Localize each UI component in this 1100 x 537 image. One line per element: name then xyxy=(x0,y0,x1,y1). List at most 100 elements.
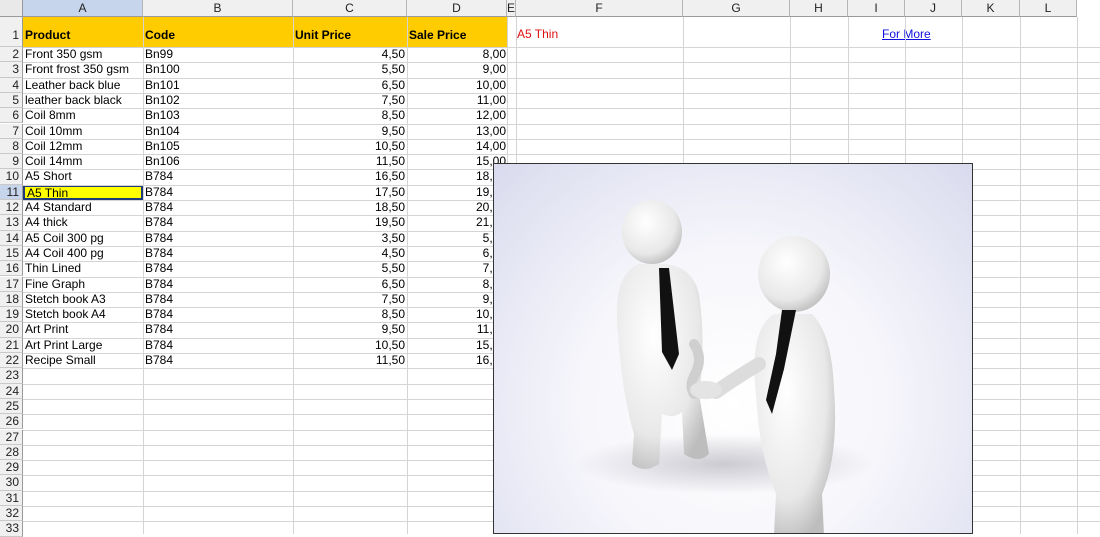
table-cell-unit[interactable]: 8,50 xyxy=(293,307,407,322)
column-header-d[interactable]: D xyxy=(407,0,507,17)
row-header-19[interactable]: 19 xyxy=(0,307,23,323)
row-header-24[interactable]: 24 xyxy=(0,383,23,399)
table-cell-product[interactable]: Thin Lined xyxy=(23,261,143,276)
row-header-5[interactable]: 5 xyxy=(0,92,23,109)
table-cell-unit[interactable]: 4,50 xyxy=(293,246,407,261)
for-more-link[interactable]: For More xyxy=(882,27,931,41)
row-header-23[interactable]: 23 xyxy=(0,368,23,384)
column-header-h[interactable]: H xyxy=(790,0,848,17)
row-header-8[interactable]: 8 xyxy=(0,138,23,155)
table-cell-unit[interactable]: 17,50 xyxy=(293,185,407,200)
table-cell-unit[interactable]: 10,50 xyxy=(293,139,407,154)
table-cell-code[interactable]: Bn101 xyxy=(143,78,293,93)
row-header-26[interactable]: 26 xyxy=(0,414,23,430)
table-cell-product[interactable]: Coil 8mm xyxy=(23,108,143,123)
table-cell-code[interactable]: Bn100 xyxy=(143,62,293,77)
row-header-11[interactable]: 11 xyxy=(0,184,23,200)
table-cell-product[interactable]: Leather back blue xyxy=(23,78,143,93)
table-cell-unit[interactable]: 9,50 xyxy=(293,322,407,337)
table-cell-code[interactable]: Bn103 xyxy=(143,108,293,123)
table-cell-code[interactable]: B784 xyxy=(143,322,293,337)
column-header-c[interactable]: C xyxy=(293,0,407,17)
row-header-13[interactable]: 13 xyxy=(0,215,23,231)
column-header-j[interactable]: J xyxy=(905,0,962,17)
table-cell-unit[interactable]: 8,50 xyxy=(293,108,407,123)
table-cell-product[interactable]: Coil 14mm xyxy=(23,154,143,169)
row-header-21[interactable]: 21 xyxy=(0,337,23,353)
table-cell-code[interactable]: B784 xyxy=(143,338,293,353)
active-cell[interactable]: A5 Thin xyxy=(23,184,143,200)
table-cell-sale[interactable]: 12,00 xyxy=(407,108,508,123)
column-header-e[interactable]: E xyxy=(507,0,516,17)
table-cell-code[interactable]: Bn106 xyxy=(143,154,293,169)
table-cell-sale[interactable]: 11,00 xyxy=(407,93,508,108)
table-cell-code[interactable]: B784 xyxy=(143,292,293,307)
row-header-25[interactable]: 25 xyxy=(0,398,23,415)
table-cell-product[interactable]: Recipe Small xyxy=(23,353,143,368)
table-cell-product[interactable]: Fine Graph xyxy=(23,277,143,292)
row-header-27[interactable]: 27 xyxy=(0,429,23,445)
row-header-12[interactable]: 12 xyxy=(0,200,23,216)
row-header-31[interactable]: 31 xyxy=(0,490,23,506)
row-header-33[interactable]: 33 xyxy=(0,521,23,537)
header-product[interactable]: Product xyxy=(23,17,143,47)
table-cell-unit[interactable]: 5,50 xyxy=(293,62,407,77)
row-header-10[interactable]: 10 xyxy=(0,169,23,185)
row-header-2[interactable]: 2 xyxy=(0,47,23,63)
select-all-corner[interactable] xyxy=(0,0,23,17)
table-cell-sale[interactable]: 9,00 xyxy=(407,62,508,77)
table-cell-code[interactable]: Bn104 xyxy=(143,124,293,139)
column-header-l[interactable]: L xyxy=(1020,0,1077,17)
table-cell-code[interactable]: B784 xyxy=(143,277,293,292)
table-cell-unit[interactable]: 5,50 xyxy=(293,261,407,276)
row-header-6[interactable]: 6 xyxy=(0,108,23,124)
table-cell-code[interactable]: Bn105 xyxy=(143,139,293,154)
table-cell-code[interactable]: B784 xyxy=(143,200,293,215)
table-cell-unit[interactable]: 11,50 xyxy=(293,353,407,368)
table-cell-unit[interactable]: 10,50 xyxy=(293,338,407,353)
table-cell-product[interactable]: A4 Standard xyxy=(23,200,143,215)
row-header-30[interactable]: 30 xyxy=(0,475,23,491)
table-cell-sale[interactable]: 14,00 xyxy=(407,139,508,154)
table-cell-product[interactable]: Front 350 gsm xyxy=(23,47,143,62)
table-cell-unit[interactable]: 6,50 xyxy=(293,277,407,292)
row-header-22[interactable]: 22 xyxy=(0,353,23,369)
table-cell-unit[interactable]: 19,50 xyxy=(293,215,407,230)
row-header-17[interactable]: 17 xyxy=(0,276,23,292)
table-cell-product[interactable]: A4 thick xyxy=(23,215,143,230)
table-cell-unit[interactable]: 11,50 xyxy=(293,154,407,169)
row-header-7[interactable]: 7 xyxy=(0,123,23,139)
table-cell-code[interactable]: B784 xyxy=(143,307,293,322)
header-unit-price[interactable]: Unit Price xyxy=(293,17,407,47)
row-header-29[interactable]: 29 xyxy=(0,460,23,476)
header-sale-price[interactable]: Sale Price xyxy=(407,17,508,47)
column-header-a[interactable]: A xyxy=(23,0,143,17)
table-cell-sale[interactable]: 8,00 xyxy=(407,47,508,62)
handshake-picture[interactable] xyxy=(493,163,973,534)
header-code[interactable]: Code xyxy=(143,17,293,47)
table-cell-product[interactable]: A5 Short xyxy=(23,169,143,184)
row-header-14[interactable]: 14 xyxy=(0,230,23,246)
row-header-32[interactable]: 32 xyxy=(0,506,23,522)
table-cell-unit[interactable]: 7,50 xyxy=(293,292,407,307)
table-cell-product[interactable]: Coil 12mm xyxy=(23,139,143,154)
table-cell-product[interactable]: Stetch book A4 xyxy=(23,307,143,322)
column-header-i[interactable]: I xyxy=(848,0,905,17)
table-cell-code[interactable]: B784 xyxy=(143,231,293,246)
table-cell-unit[interactable]: 3,50 xyxy=(293,231,407,246)
column-header-k[interactable]: K xyxy=(962,0,1020,17)
table-cell-unit[interactable]: 4,50 xyxy=(293,47,407,62)
column-header-f[interactable]: F xyxy=(516,0,683,17)
table-cell-product[interactable]: A5 Coil 300 pg xyxy=(23,231,143,246)
table-cell-sale[interactable]: 10,00 xyxy=(407,78,508,93)
table-cell-code[interactable]: Bn99 xyxy=(143,47,293,62)
table-cell-unit[interactable]: 6,50 xyxy=(293,78,407,93)
row-header-3[interactable]: 3 xyxy=(0,62,23,78)
row-header-28[interactable]: 28 xyxy=(0,444,23,461)
table-cell-product[interactable]: Art Print xyxy=(23,322,143,337)
table-cell-code[interactable]: B784 xyxy=(143,353,293,368)
table-cell-unit[interactable]: 18,50 xyxy=(293,200,407,215)
row-header-20[interactable]: 20 xyxy=(0,322,23,338)
table-cell-code[interactable]: B784 xyxy=(143,169,293,184)
row-header-18[interactable]: 18 xyxy=(0,291,23,308)
